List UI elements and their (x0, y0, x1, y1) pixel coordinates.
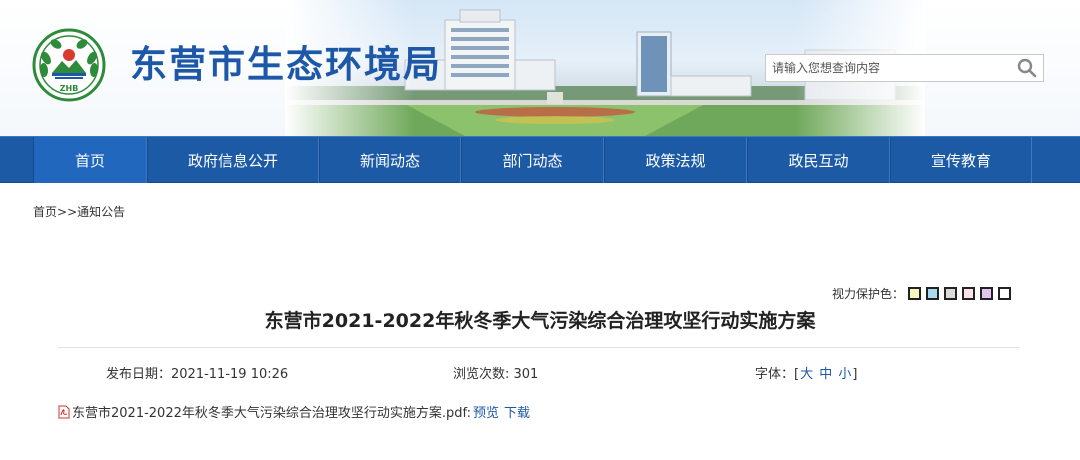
color-swatch-blue[interactable] (926, 286, 940, 300)
nav-item-policy[interactable]: 政策法规 (604, 137, 747, 183)
breadcrumb: 首页>>通知公告 (33, 203, 125, 220)
eye-care-label: 视力保护色： (832, 286, 905, 301)
search-input[interactable] (766, 55, 1006, 81)
font-size-control: 字体：[大 中 小] (755, 363, 857, 382)
eye-care-selector: 视力保护色： (832, 285, 1016, 301)
nav-item-dept-news[interactable]: 部门动态 (461, 137, 604, 183)
color-swatch-white[interactable] (998, 286, 1012, 300)
breadcrumb-separator: >> (57, 205, 78, 219)
publish-date-value: 2021-11-19 10:26 (171, 367, 289, 382)
main-nav: 首页 政府信息公开 新闻动态 部门动态 政策法规 政民互动 宣传教育 (0, 136, 1080, 183)
title-divider (58, 347, 1020, 348)
breadcrumb-home[interactable]: 首页 (33, 205, 57, 219)
search-button[interactable] (1015, 57, 1039, 79)
nav-item-home[interactable]: 首页 (33, 137, 147, 183)
font-size-close: ] (852, 367, 858, 382)
publish-date: 发布日期：2021-11-19 10:26 (106, 363, 288, 382)
breadcrumb-current[interactable]: 通知公告 (77, 205, 125, 219)
attachment-filename: 东营市2021-2022年秋冬季大气污染综合治理攻坚行动实施方案.pdf: (72, 406, 471, 421)
nav-item-interaction[interactable]: 政民互动 (747, 137, 890, 183)
attachment-download-link[interactable]: 下载 (504, 402, 530, 421)
site-title[interactable]: 东营市生态环境局 (130, 41, 442, 89)
font-medium-button[interactable]: 中 (818, 367, 833, 382)
color-swatch-purple[interactable] (980, 286, 994, 300)
color-swatch-gray[interactable] (944, 286, 958, 300)
view-count-label: 浏览次数: (453, 367, 514, 382)
pdf-icon (58, 405, 70, 418)
attachment-preview-link[interactable]: 预览 (473, 402, 499, 421)
logo-text: ZHB (60, 84, 79, 93)
nav-item-gov-info[interactable]: 政府信息公开 (147, 137, 319, 183)
view-count: 浏览次数: 301 (453, 363, 538, 382)
font-large-button[interactable]: 大 (799, 367, 814, 382)
article-title: 东营市2021-2022年秋冬季大气污染综合治理攻坚行动实施方案 (264, 310, 816, 332)
font-size-label: 字体：[ (755, 367, 800, 382)
nav-item-news[interactable]: 新闻动态 (319, 137, 461, 183)
view-count-value: 301 (513, 367, 539, 382)
publish-date-label: 发布日期： (106, 367, 172, 382)
nav-item-education[interactable]: 宣传教育 (890, 137, 1032, 183)
attachment-row: 东营市2021-2022年秋冬季大气污染综合治理攻坚行动实施方案.pdf: 预览下… (58, 402, 530, 421)
color-swatch-pink[interactable] (962, 286, 976, 300)
search-box (765, 54, 1044, 82)
header-banner: ZHB 东营市生态环境局 (0, 0, 1080, 136)
color-swatch-yellow[interactable] (908, 286, 922, 300)
site-logo[interactable]: ZHB (32, 28, 106, 102)
search-icon (1017, 58, 1037, 78)
font-small-button[interactable]: 小 (837, 367, 852, 382)
